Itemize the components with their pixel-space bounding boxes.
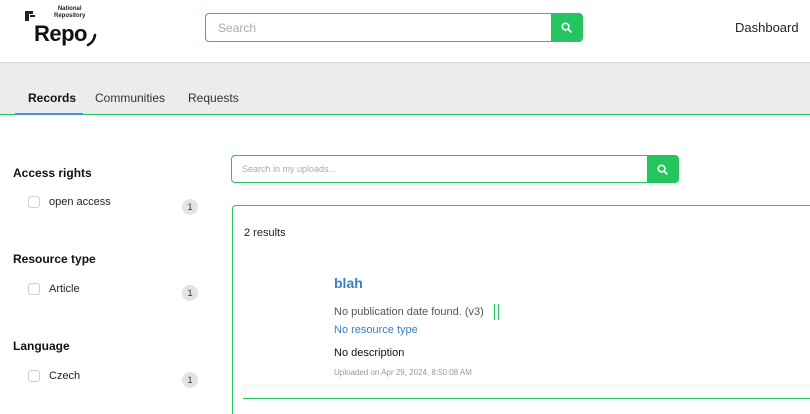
record-description: No description xyxy=(334,347,405,359)
facet-option-label: open access xyxy=(49,196,111,208)
search-input[interactable] xyxy=(206,14,552,41)
logo-line-national: National xyxy=(57,6,82,12)
logo-subtitle: National Repository xyxy=(54,6,85,20)
tab-communities[interactable]: Communities xyxy=(95,91,165,105)
logo-title: Repo xyxy=(34,21,88,46)
facet-option-open-access[interactable]: open access xyxy=(28,195,111,209)
global-search xyxy=(205,13,583,42)
record-title-link[interactable]: blah xyxy=(334,275,363,291)
results-panel: 2 results blah No publication date found… xyxy=(232,205,810,414)
results-count: 2 results xyxy=(244,227,286,239)
record-uploaded-date: Uploaded on Apr 29, 2024, 8:50:08 AM xyxy=(334,368,472,377)
facet-title-language: Language xyxy=(13,339,70,353)
search-icon xyxy=(657,163,668,175)
checkbox[interactable] xyxy=(28,196,40,208)
search-icon xyxy=(561,22,572,33)
site-header: National Repository Repo Dashboard xyxy=(0,0,810,62)
record-resource-type-link[interactable]: No resource type xyxy=(334,324,418,336)
tabs-bar: Records Communities Requests xyxy=(0,62,810,115)
count-badge: 1 xyxy=(182,199,198,215)
tab-records[interactable]: Records xyxy=(28,91,76,105)
uploads-search-input[interactable] xyxy=(232,156,646,182)
version-separator xyxy=(493,304,499,320)
checkbox[interactable] xyxy=(28,283,40,295)
record-date: No publication date found. (v3) xyxy=(334,304,499,320)
search-button[interactable] xyxy=(551,13,582,42)
facet-option-czech[interactable]: Czech xyxy=(28,369,80,383)
checkbox[interactable] xyxy=(28,370,40,382)
logo[interactable]: National Repository Repo xyxy=(24,6,114,50)
uploads-search xyxy=(231,155,679,183)
tab-requests[interactable]: Requests xyxy=(188,91,239,105)
facet-title-resource-type: Resource type xyxy=(13,252,96,266)
dashboard-link[interactable]: Dashboard xyxy=(735,20,799,35)
count-badge: 1 xyxy=(182,285,198,301)
facet-option-label: Article xyxy=(49,283,80,295)
facet-title-access-rights: Access rights xyxy=(13,166,92,180)
logo-tick-icon xyxy=(86,33,97,47)
record-footer-shade xyxy=(243,384,810,398)
active-tab-indicator xyxy=(15,113,83,115)
record-divider xyxy=(243,398,810,399)
record-date-text: No publication date found. (v3) xyxy=(334,306,484,318)
uploads-search-button[interactable] xyxy=(647,155,678,183)
logo-line-repository: Repository xyxy=(54,13,86,19)
facet-option-article[interactable]: Article xyxy=(28,282,80,296)
facet-option-label: Czech xyxy=(49,370,81,382)
count-badge: 1 xyxy=(182,372,198,388)
